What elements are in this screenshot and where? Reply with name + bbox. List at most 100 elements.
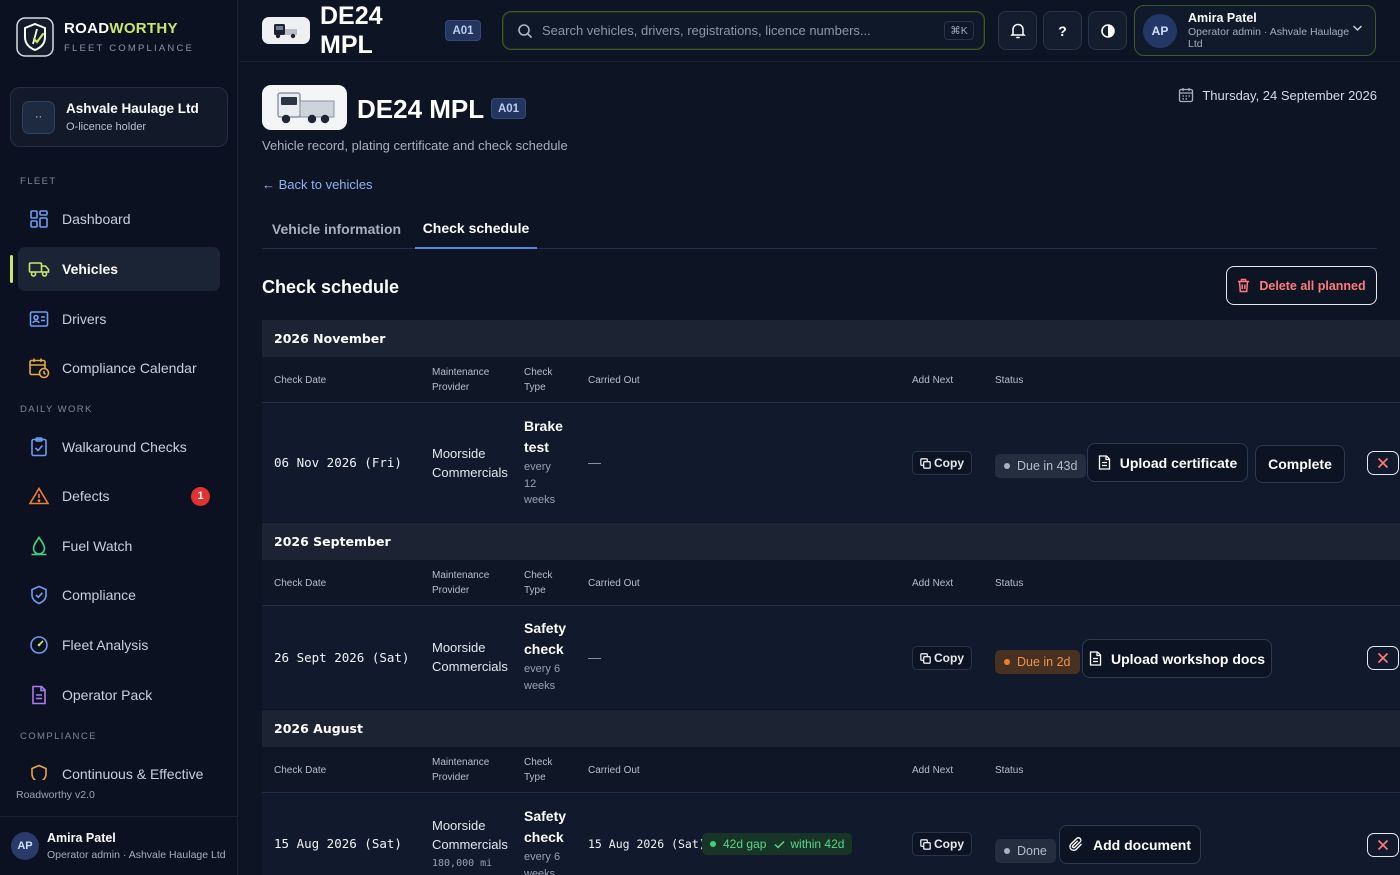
brand-name: ROADWORTHY	[64, 20, 178, 37]
table-header-row: Check Date Maintenance Provider Check Ty…	[262, 747, 1400, 793]
close-icon	[1377, 457, 1389, 469]
search-input[interactable]	[542, 23, 932, 38]
col-carried-out: Carried Out	[588, 375, 640, 386]
app-version: Roadworthy v2.0	[16, 789, 95, 801]
copy-button[interactable]: Copy	[912, 646, 972, 670]
vehicle-tabs: Vehicle information Check schedule	[262, 209, 1377, 249]
status-text: Due in 43d	[1017, 459, 1078, 473]
warning-triangle-icon	[28, 485, 50, 507]
sidebar-user[interactable]: AP Amira Patel Operator admin · Ashvale …	[0, 816, 238, 875]
check-type: Brake test every 12 weeks	[524, 416, 563, 509]
user-name: Amira Patel	[1188, 11, 1257, 25]
brand[interactable]: ROADWORTHY FLEET COMPLIANCE	[16, 17, 194, 57]
upload-certificate-label: Upload certificate	[1119, 454, 1238, 471]
col-provider-line2: Provider	[432, 382, 470, 393]
check-frequency-line1: every	[524, 461, 551, 473]
copy-icon	[920, 457, 931, 469]
user-menu[interactable]: AP Amira Patel Operator admin · Ashvale …	[1134, 5, 1376, 56]
maintenance-provider: Moorside Commercials	[432, 638, 508, 676]
id-card-icon	[28, 308, 50, 330]
copy-button[interactable]: Copy	[912, 832, 972, 856]
nav-item-defects[interactable]: Defects 1	[18, 474, 220, 518]
status-dot-icon	[1004, 463, 1010, 469]
check-type-line1: Safety	[524, 620, 567, 636]
checklist-icon	[28, 436, 50, 458]
complete-button[interactable]: Complete	[1255, 445, 1345, 483]
header-vehicle-tag: A01	[445, 20, 481, 41]
document-icon	[28, 684, 50, 706]
nav-section-fleet: FLEET	[20, 176, 57, 187]
check-frequency-line1: every 6	[524, 663, 561, 675]
upload-workshop-docs-button[interactable]: Upload workshop docs	[1082, 639, 1272, 678]
col-type-line2: Type	[524, 585, 546, 596]
check-frequency-line2: weeks	[524, 867, 556, 875]
notifications-button[interactable]	[998, 11, 1037, 50]
gap-badge: 42d gap within 42d	[702, 833, 853, 855]
remove-row-button[interactable]	[1367, 646, 1399, 670]
col-type-line1: Check	[524, 367, 553, 378]
org-role: O-licence holder	[66, 121, 147, 133]
header-vehicle-title: DE24 MPL	[320, 2, 383, 59]
nav-section-compliance: COMPLIANCE	[20, 731, 97, 742]
check-type-line2: check	[524, 829, 564, 845]
month-group-header: 2026 August	[262, 710, 1400, 747]
nav-item-fleet-analysis[interactable]: Fleet Analysis	[18, 623, 220, 667]
main-content: DE24 MPL A01 Thursday, 24 September 2026…	[239, 63, 1400, 875]
vehicle-thumbnail	[262, 85, 347, 130]
section-title: Check schedule	[262, 277, 400, 297]
copy-button[interactable]: Copy	[912, 451, 972, 475]
tab-check-schedule[interactable]: Check schedule	[415, 209, 537, 249]
gap-text: 42d gap	[723, 837, 767, 851]
nav-label: Continuous & Effective	[62, 766, 204, 780]
add-document-label: Add document	[1093, 836, 1191, 853]
nav-label: Compliance	[62, 587, 136, 603]
nav-item-fuel-watch[interactable]: Fuel Watch	[18, 524, 220, 568]
col-check-date: Check Date	[274, 578, 327, 589]
organisation-switcher[interactable]: ·· Ashvale Haulage Ltd O-licence holder	[10, 87, 228, 147]
upload-certificate-button[interactable]: Upload certificate	[1087, 443, 1248, 482]
nav-item-dashboard[interactable]: Dashboard	[18, 197, 220, 241]
theme-toggle-button[interactable]	[1088, 11, 1127, 50]
nav-section-daily-work: DAILY WORK	[20, 404, 93, 415]
back-to-vehicles-link[interactable]: ← Back to vehicles	[262, 177, 373, 192]
nav-item-drivers[interactable]: Drivers	[18, 297, 220, 341]
check-date: 15 Aug 2026 (Sat)	[274, 836, 402, 851]
nav-item-walkaround-checks[interactable]: Walkaround Checks	[18, 425, 220, 469]
col-add-next: Add Next	[912, 578, 954, 589]
truck-icon	[28, 258, 50, 280]
roadworthy-shield-logo-icon	[16, 17, 54, 57]
search-icon	[518, 23, 533, 38]
remove-row-button[interactable]	[1367, 833, 1399, 857]
contrast-icon	[1100, 23, 1115, 38]
table-header-row: Check Date Maintenance Provider Check Ty…	[262, 357, 1400, 403]
col-status: Status	[995, 765, 1024, 776]
nav-item-continuous-effective[interactable]: Continuous & Effective	[18, 760, 220, 780]
help-button[interactable]: ?	[1043, 11, 1082, 50]
nav-item-operator-pack[interactable]: Operator Pack	[18, 673, 220, 717]
nav-item-compliance-calendar[interactable]: Compliance Calendar	[18, 346, 220, 390]
copy-label: Copy	[934, 651, 964, 665]
check-type: Safety check every 6 weeks	[524, 618, 566, 694]
nav-label: Vehicles	[62, 261, 119, 277]
nav-label: Operator Pack	[62, 687, 153, 703]
shield-icon	[28, 763, 50, 780]
delete-all-planned-button[interactable]: Delete all planned	[1226, 266, 1377, 305]
status-badge: Done	[995, 839, 1056, 863]
tab-vehicle-information[interactable]: Vehicle information	[262, 209, 411, 249]
col-add-next: Add Next	[912, 765, 954, 776]
page-subtitle: Vehicle record, plating certificate and …	[262, 138, 568, 153]
remove-row-button[interactable]	[1367, 451, 1399, 475]
trash-icon	[1238, 278, 1250, 293]
check-frequency-line1: every 6	[524, 851, 561, 863]
nav-item-compliance[interactable]: Compliance	[18, 573, 220, 617]
complete-label: Complete	[1268, 456, 1332, 472]
status-dot-icon	[1004, 659, 1010, 665]
nav-item-vehicles[interactable]: Vehicles	[10, 247, 220, 291]
global-search[interactable]: ⌘K	[502, 11, 985, 50]
close-icon	[1377, 652, 1389, 664]
col-type-line1: Check	[524, 757, 553, 768]
check-date: 06 Nov 2026 (Fri)	[274, 455, 402, 470]
carried-out-value: —	[588, 650, 601, 665]
add-document-button[interactable]: Add document	[1059, 825, 1201, 864]
col-provider-line2: Provider	[432, 772, 470, 783]
